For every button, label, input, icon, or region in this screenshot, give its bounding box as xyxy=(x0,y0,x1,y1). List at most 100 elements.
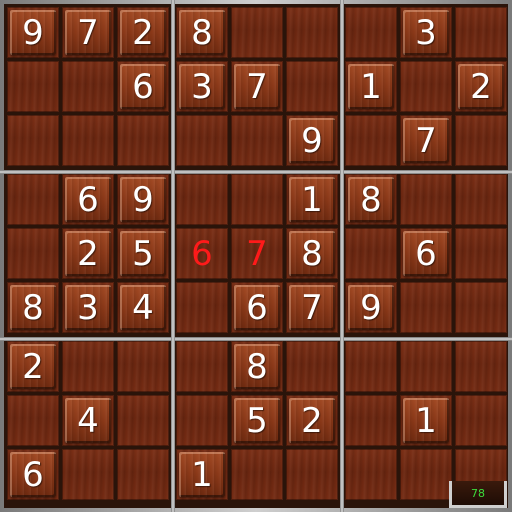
cell-r8c5[interactable]: 5 xyxy=(231,395,283,446)
cell-r9c1[interactable]: 6 xyxy=(7,449,59,500)
given-digit: 2 xyxy=(470,66,492,107)
cell-r6c5[interactable]: 6 xyxy=(231,282,283,333)
cell-r2c5[interactable]: 7 xyxy=(231,61,283,112)
cell-r1c9[interactable] xyxy=(455,7,507,58)
given-digit: 2 xyxy=(77,233,99,274)
cell-r4c6[interactable]: 1 xyxy=(286,174,338,225)
cell-r4c7[interactable]: 8 xyxy=(345,174,397,225)
cell-r8c9[interactable] xyxy=(455,395,507,446)
given-digit: 7 xyxy=(415,120,437,161)
cell-r6c2[interactable]: 3 xyxy=(62,282,114,333)
cell-r4c2[interactable]: 6 xyxy=(62,174,114,225)
cell-r2c7[interactable]: 1 xyxy=(345,61,397,112)
cell-r1c2[interactable]: 7 xyxy=(62,7,114,58)
cell-r8c4[interactable] xyxy=(176,395,228,446)
cell-r3c4[interactable] xyxy=(176,115,228,166)
cell-r1c7[interactable] xyxy=(345,7,397,58)
cell-r5c7[interactable] xyxy=(345,228,397,279)
cell-r5c4[interactable]: 6 xyxy=(176,228,228,279)
box-divider-vertical xyxy=(340,0,344,512)
cell-r6c6[interactable]: 7 xyxy=(286,282,338,333)
cell-r9c3[interactable] xyxy=(117,449,169,500)
cell-r1c4[interactable]: 8 xyxy=(176,7,228,58)
given-digit: 2 xyxy=(22,346,44,387)
cell-r5c1[interactable] xyxy=(7,228,59,279)
given-digit: 8 xyxy=(360,179,382,220)
cell-r8c7[interactable] xyxy=(345,395,397,446)
given-digit: 6 xyxy=(77,179,99,220)
cell-r8c8[interactable]: 1 xyxy=(400,395,452,446)
cell-r5c5[interactable]: 7 xyxy=(231,228,283,279)
cell-r9c7[interactable] xyxy=(345,449,397,500)
cell-r6c1[interactable]: 8 xyxy=(7,282,59,333)
given-digit: 1 xyxy=(301,179,323,220)
cell-r2c6[interactable] xyxy=(286,61,338,112)
cell-r4c8[interactable] xyxy=(400,174,452,225)
cell-r9c5[interactable] xyxy=(231,449,283,500)
cell-r6c9[interactable] xyxy=(455,282,507,333)
cell-r9c8[interactable] xyxy=(400,449,452,500)
given-digit: 6 xyxy=(132,66,154,107)
cell-r3c9[interactable] xyxy=(455,115,507,166)
cell-r5c8[interactable]: 6 xyxy=(400,228,452,279)
box-divider-vertical xyxy=(171,0,175,512)
cell-r4c5[interactable] xyxy=(231,174,283,225)
box-divider-horizontal xyxy=(0,170,512,174)
cell-r1c1[interactable]: 9 xyxy=(7,7,59,58)
cell-r6c7[interactable]: 9 xyxy=(345,282,397,333)
cell-r4c4[interactable] xyxy=(176,174,228,225)
cell-r3c2[interactable] xyxy=(62,115,114,166)
cell-r9c4[interactable]: 1 xyxy=(176,449,228,500)
cell-r7c7[interactable] xyxy=(345,341,397,392)
cell-r4c1[interactable] xyxy=(7,174,59,225)
cell-r2c4[interactable]: 3 xyxy=(176,61,228,112)
cell-r7c1[interactable]: 2 xyxy=(7,341,59,392)
cell-r5c2[interactable]: 2 xyxy=(62,228,114,279)
cell-r7c3[interactable] xyxy=(117,341,169,392)
cell-r7c9[interactable] xyxy=(455,341,507,392)
user-digit: 6 xyxy=(191,233,213,274)
cell-r8c3[interactable] xyxy=(117,395,169,446)
cell-r8c2[interactable]: 4 xyxy=(62,395,114,446)
cell-r7c8[interactable] xyxy=(400,341,452,392)
cell-r1c6[interactable] xyxy=(286,7,338,58)
cell-r5c9[interactable] xyxy=(455,228,507,279)
cell-r6c8[interactable] xyxy=(400,282,452,333)
cell-r4c9[interactable] xyxy=(455,174,507,225)
move-counter-value: 78 xyxy=(471,486,485,500)
cell-r2c1[interactable] xyxy=(7,61,59,112)
cell-r3c3[interactable] xyxy=(117,115,169,166)
cell-r1c8[interactable]: 3 xyxy=(400,7,452,58)
cell-r3c5[interactable] xyxy=(231,115,283,166)
cell-r6c4[interactable] xyxy=(176,282,228,333)
cell-r3c1[interactable] xyxy=(7,115,59,166)
cell-r3c8[interactable]: 7 xyxy=(400,115,452,166)
cell-r2c3[interactable]: 6 xyxy=(117,61,169,112)
given-digit: 2 xyxy=(132,12,154,53)
cell-r8c1[interactable] xyxy=(7,395,59,446)
cell-r3c7[interactable] xyxy=(345,115,397,166)
cell-r2c8[interactable] xyxy=(400,61,452,112)
cell-r2c2[interactable] xyxy=(62,61,114,112)
cell-r5c3[interactable]: 5 xyxy=(117,228,169,279)
given-digit: 1 xyxy=(191,454,213,495)
given-digit: 9 xyxy=(132,179,154,220)
given-digit: 9 xyxy=(360,287,382,328)
cell-r6c3[interactable]: 4 xyxy=(117,282,169,333)
cell-r7c5[interactable]: 8 xyxy=(231,341,283,392)
cell-r7c6[interactable] xyxy=(286,341,338,392)
cell-r8c6[interactable]: 2 xyxy=(286,395,338,446)
cell-r7c2[interactable] xyxy=(62,341,114,392)
given-digit: 8 xyxy=(246,346,268,387)
cell-r4c3[interactable]: 9 xyxy=(117,174,169,225)
given-digit: 3 xyxy=(191,66,213,107)
cell-r1c3[interactable]: 2 xyxy=(117,7,169,58)
cell-r9c2[interactable] xyxy=(62,449,114,500)
cell-r1c5[interactable] xyxy=(231,7,283,58)
cell-r9c6[interactable] xyxy=(286,449,338,500)
cell-r3c6[interactable]: 9 xyxy=(286,115,338,166)
cell-r5c6[interactable]: 8 xyxy=(286,228,338,279)
cell-r7c4[interactable] xyxy=(176,341,228,392)
cell-r2c9[interactable]: 2 xyxy=(455,61,507,112)
given-digit: 3 xyxy=(415,12,437,53)
